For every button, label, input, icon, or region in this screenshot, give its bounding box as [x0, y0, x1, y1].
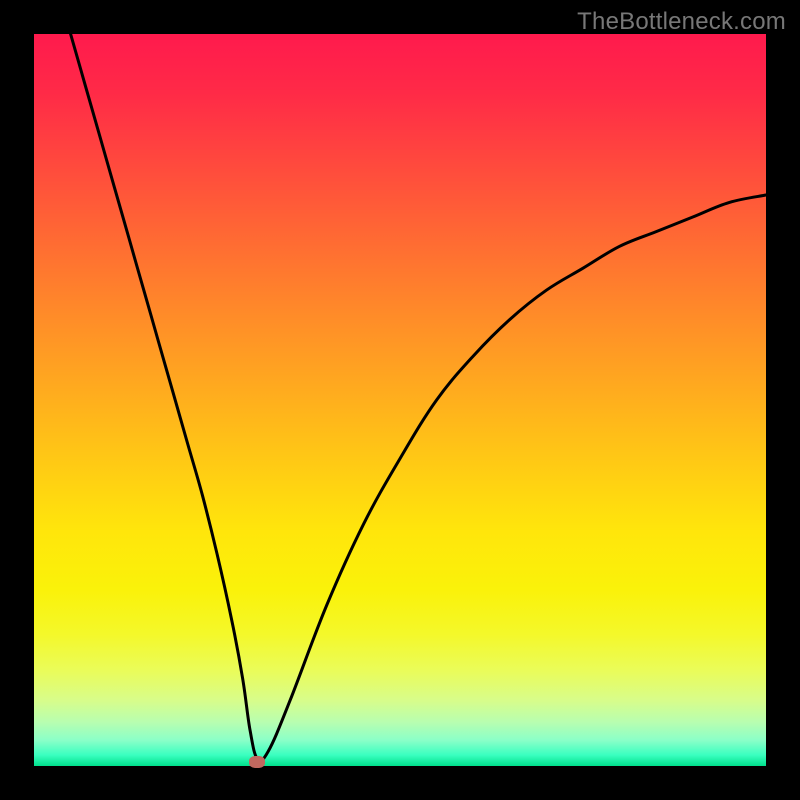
bottleneck-curve	[71, 34, 766, 761]
chart-stage: TheBottleneck.com	[0, 0, 800, 800]
plot-area	[34, 34, 766, 766]
curve-layer	[34, 34, 766, 766]
watermark-text: TheBottleneck.com	[577, 8, 786, 36]
optimal-point-marker	[249, 756, 265, 768]
